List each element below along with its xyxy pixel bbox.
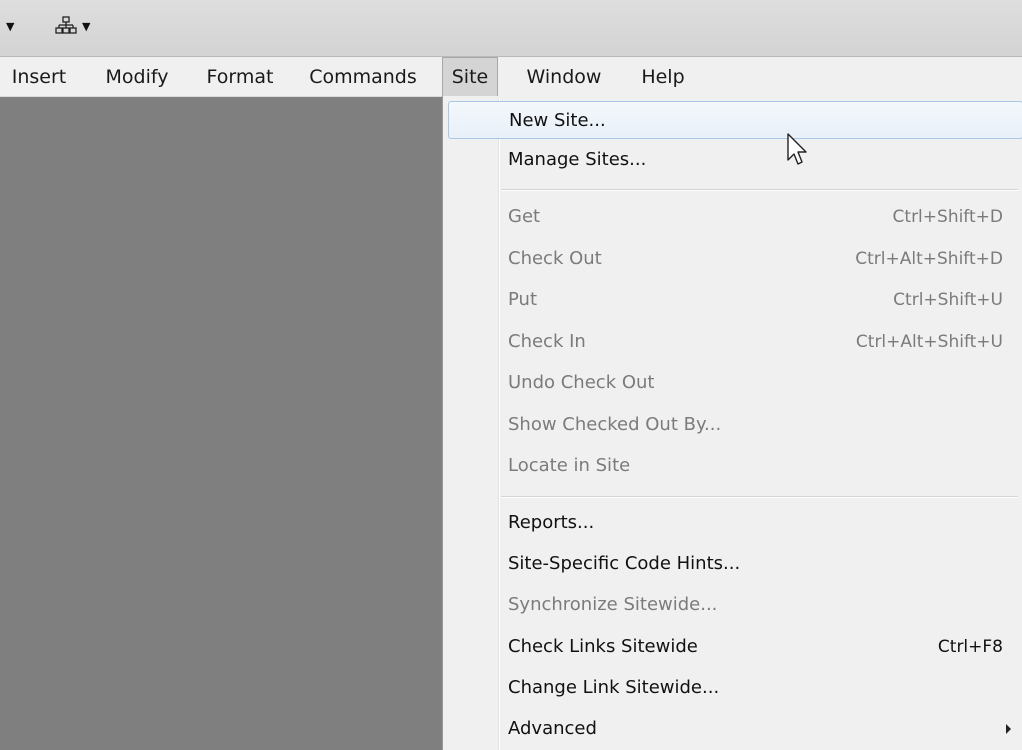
menu-item-label: Change Link Sitewide... xyxy=(508,677,720,698)
menu-item-show-checked-out-by: Show Checked Out By... xyxy=(448,406,1022,444)
menu-item-label: Get xyxy=(508,206,541,227)
mouse-pointer-icon xyxy=(787,133,807,165)
chevron-right-icon xyxy=(1006,724,1011,734)
menu-item-label: Check Out xyxy=(508,248,602,269)
menu-item-check-out: Check Out Ctrl+Alt+Shift+D xyxy=(448,240,1022,278)
menu-item-reports[interactable]: Reports... xyxy=(448,504,1022,542)
menu-item-shortcut: Ctrl+Alt+Shift+D xyxy=(855,249,1003,269)
menu-item-label: Put xyxy=(508,289,538,310)
menu-item-check-in: Check In Ctrl+Alt+Shift+U xyxy=(448,323,1022,361)
menu-item-shortcut: Ctrl+Shift+U xyxy=(893,290,1003,310)
menu-item-change-link-sitewide[interactable]: Change Link Sitewide... xyxy=(448,669,1022,707)
menu-item-new-site[interactable]: New Site... xyxy=(448,101,1022,139)
menu-insert[interactable]: Insert xyxy=(6,57,72,97)
document-workspace xyxy=(0,97,442,750)
caret-down-icon[interactable]: ▼ xyxy=(6,20,14,33)
menu-item-undo-check-out: Undo Check Out xyxy=(448,364,1022,402)
menu-item-shortcut: Ctrl+Shift+D xyxy=(892,207,1003,227)
menu-item-manage-sites[interactable]: Manage Sites... xyxy=(448,141,1022,179)
menu-item-synchronize-sitewide: Synchronize Sitewide... xyxy=(448,586,1022,624)
site-menu-dropdown: New Site... Manage Sites... Get Ctrl+Shi… xyxy=(442,96,1022,750)
menu-item-put: Put Ctrl+Shift+U xyxy=(448,281,1022,319)
menu-separator xyxy=(501,496,1018,498)
menu-item-label: New Site... xyxy=(509,110,606,131)
menu-item-site-specific-code-hints[interactable]: Site-Specific Code Hints... xyxy=(448,545,1022,583)
menu-separator xyxy=(501,189,1018,191)
menu-item-label: Show Checked Out By... xyxy=(508,414,722,435)
menu-bar: Insert Modify Format Commands Site Windo… xyxy=(0,57,1022,97)
menu-window[interactable]: Window xyxy=(518,57,610,97)
menu-site[interactable]: Site xyxy=(442,57,498,97)
menu-item-shortcut: Ctrl+Alt+Shift+U xyxy=(855,332,1003,352)
toolbar: ▼ ▼ xyxy=(0,0,1022,57)
menu-item-get: Get Ctrl+Shift+D xyxy=(448,198,1022,236)
menu-item-advanced[interactable]: Advanced xyxy=(448,710,1022,748)
menu-item-label: Undo Check Out xyxy=(508,372,655,393)
menu-item-label: Manage Sites... xyxy=(508,149,647,170)
menu-item-label: Advanced xyxy=(508,718,597,739)
menu-item-label: Site-Specific Code Hints... xyxy=(508,553,741,574)
menu-commands[interactable]: Commands xyxy=(303,57,423,97)
menu-format[interactable]: Format xyxy=(200,57,280,97)
menu-item-label: Check Links Sitewide xyxy=(508,636,698,657)
menu-item-check-links-sitewide[interactable]: Check Links Sitewide Ctrl+F8 xyxy=(448,628,1022,666)
caret-down-icon[interactable]: ▼ xyxy=(82,20,90,33)
menu-item-label: Synchronize Sitewide... xyxy=(508,594,718,615)
menu-help[interactable]: Help xyxy=(634,57,692,97)
menu-item-locate-in-site: Locate in Site xyxy=(448,447,1022,485)
menu-item-label: Locate in Site xyxy=(508,455,631,476)
menu-item-shortcut: Ctrl+F8 xyxy=(937,637,1003,657)
menu-modify[interactable]: Modify xyxy=(98,57,176,97)
site-map-icon[interactable] xyxy=(55,16,77,36)
menu-item-label: Reports... xyxy=(508,512,595,533)
menu-item-label: Check In xyxy=(508,331,586,352)
